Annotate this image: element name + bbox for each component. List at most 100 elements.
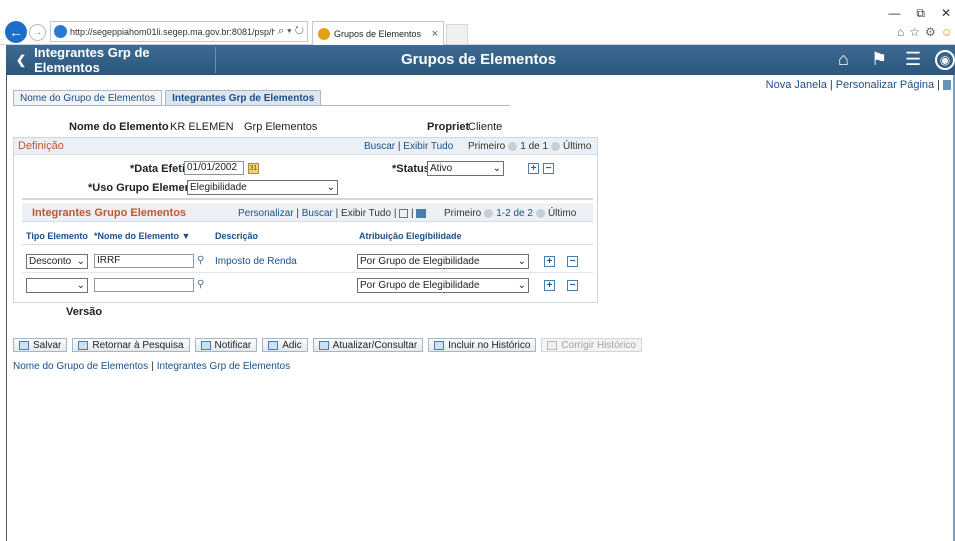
gear-icon[interactable]: ⚙ [925, 25, 936, 39]
return-icon [78, 340, 89, 350]
col-nome-elemento[interactable]: *Nome do Elemento ▼ [94, 231, 190, 241]
browser-command-icons: ⌂ ☆ ⚙ ☺ [897, 25, 953, 39]
flag-icon[interactable]: ⚑ [871, 49, 887, 70]
definicao-delete-row-button[interactable]: − [543, 163, 554, 174]
new-window-link[interactable]: Nova Janela [766, 79, 827, 91]
definicao-nav: Buscar | Exibir Tudo [364, 141, 454, 152]
browser-tab[interactable]: Grupos de Elementos × [312, 21, 444, 45]
grid-column-headers: Tipo Elemento *Nome do Elemento ▼ Descri… [22, 225, 593, 245]
element-name-value: KR ELEMEN [170, 121, 234, 133]
grid-last[interactable]: Último [548, 208, 576, 219]
chevron-down-icon: ⌄ [492, 163, 501, 174]
update-icon [318, 340, 329, 350]
browser-chrome: ← → http://segeppiahom01li.segep.ma.gov.… [0, 0, 955, 45]
definicao-last[interactable]: Último [563, 141, 591, 152]
zoom-icon[interactable] [399, 208, 409, 218]
save-button[interactable]: Salvar [13, 338, 68, 352]
lookup-search-icon[interactable]: ⚲ [197, 255, 204, 266]
effdt-input[interactable]: 01/01/2002 [184, 161, 244, 175]
app-header: ❮ Integrantes Grp de Elementos Grupos de… [6, 45, 955, 75]
descricao-value: Imposto de Renda [215, 256, 297, 267]
correct-history-icon [547, 340, 558, 350]
chevron-down-icon: ⌄ [76, 256, 85, 267]
grid-counter: 1-2 de 2 [496, 208, 533, 219]
home-icon[interactable]: ⌂ [897, 25, 904, 39]
status-select[interactable]: Ativo ⌄ [427, 161, 504, 176]
grid-prev-icon[interactable] [484, 208, 494, 218]
grid-personalize-link[interactable]: Personalizar [238, 208, 294, 219]
definicao-add-row-button[interactable]: + [528, 163, 539, 174]
minimize-icon[interactable]: — [888, 6, 900, 21]
tab-favicon-icon [318, 27, 330, 40]
back-nav-button[interactable]: ❮ Integrantes Grp de Elementos [6, 45, 216, 75]
table-row: ⌄ ⚲ Por Grupo de Elegibilidade ⌄ + − [22, 273, 593, 297]
close-window-icon[interactable]: ✕ [941, 6, 951, 21]
personalize-page-link[interactable]: Personalizar Página [836, 79, 934, 91]
browser-forward-button[interactable]: → [29, 24, 46, 41]
address-tools-icons[interactable]: ⌕ ▾ ↻ [275, 25, 307, 38]
atribuicao-select[interactable]: Por Grupo de Elegibilidade ⌄ [357, 254, 529, 269]
grid-find-link[interactable]: Buscar [302, 208, 333, 219]
smiley-icon[interactable]: ☺ [941, 25, 953, 39]
chevron-down-icon: ⌄ [517, 256, 526, 267]
table-row: Desconto ⌄ IRRF ⚲ Imposto de Renda Por Gr… [22, 249, 593, 273]
tab-close-icon[interactable]: × [432, 28, 443, 40]
add-row-button[interactable]: + [544, 256, 555, 267]
element-group-value: Grp Elementos [244, 121, 318, 133]
definicao-pager: Primeiro 1 de 1 Último [468, 141, 591, 152]
delete-row-button[interactable]: − [567, 256, 578, 267]
window-controls: — ⧉ ✕ [888, 6, 951, 21]
definicao-counter: 1 de 1 [520, 141, 549, 152]
add-button[interactable]: Adic [262, 338, 308, 352]
return-to-search-button[interactable]: Retornar à Pesquisa [72, 338, 190, 352]
add-row-button[interactable]: + [544, 280, 555, 291]
delete-row-button[interactable]: − [567, 280, 578, 291]
definicao-first[interactable]: Primeiro [468, 141, 505, 152]
correct-history-button[interactable]: Corrigir Histórico [541, 338, 642, 352]
notify-button[interactable]: Notificar [194, 338, 258, 352]
tab-integrantes[interactable]: Integrantes Grp de Elementos [165, 90, 322, 106]
hamburger-menu-icon[interactable]: ☰ [905, 49, 921, 70]
nome-elemento-input[interactable] [94, 278, 194, 292]
nome-elemento-input[interactable]: IRRF [94, 254, 194, 268]
restore-icon[interactable]: ⧉ [916, 6, 925, 21]
star-icon[interactable]: ☆ [909, 25, 920, 39]
bottom-links: Nome do Grupo de Elementos | Integrantes G… [13, 361, 291, 372]
tipo-select[interactable]: ⌄ [26, 278, 88, 293]
owner-value: Cliente [468, 121, 503, 133]
next-icon[interactable] [551, 141, 561, 151]
grid-next-icon[interactable] [535, 208, 545, 218]
navbar-compass-icon[interactable]: ◉ [935, 50, 955, 70]
atribuicao-select-value: Por Grupo de Elegibilidade [360, 280, 480, 291]
address-url[interactable]: http://segeppiahom01li.segep.ma.gov.br:8… [70, 27, 275, 37]
new-tab-button[interactable] [446, 24, 468, 45]
tipo-select[interactable]: Desconto ⌄ [26, 254, 88, 269]
grid-first[interactable]: Primeiro [444, 208, 481, 219]
status-label: *Status [392, 163, 430, 175]
address-bar[interactable]: http://segeppiahom01li.segep.ma.gov.br:8… [50, 21, 308, 42]
browser-back-button[interactable]: ← [5, 21, 27, 43]
grid-header-bar: Integrantes Grupo Elementos Personalizar… [22, 203, 593, 222]
help-icon[interactable] [943, 80, 951, 91]
uso-select-value: Elegibilidade [190, 182, 247, 193]
atribuicao-select[interactable]: Por Grupo de Elegibilidade ⌄ [357, 278, 529, 293]
uso-select[interactable]: Elegibilidade ⌄ [187, 180, 338, 195]
tab-nome-do-grupo[interactable]: Nome do Grupo de Elementos [13, 90, 163, 106]
download-grid-icon[interactable] [416, 208, 427, 218]
tab-title: Grupos de Elementos [334, 28, 422, 39]
grid-nav: Personalizar | Buscar | Exibir Tudo | | [238, 208, 427, 219]
calendar-icon[interactable]: 31 [248, 163, 259, 174]
include-history-button[interactable]: Incluir no Histórico [428, 338, 537, 352]
status-select-value: Ativo [430, 163, 453, 174]
prev-icon[interactable] [508, 141, 518, 151]
update-display-button[interactable]: Atualizar/Consultar [312, 338, 424, 352]
include-history-icon [434, 340, 445, 350]
bottom-link-nome-grupo[interactable]: Nome do Grupo de Elementos [13, 361, 148, 372]
action-toolbar: Salvar Retornar à Pesquisa Notificar Adi… [13, 338, 642, 352]
definicao-find-link[interactable]: Buscar [364, 141, 395, 152]
home-icon[interactable]: ⌂ [838, 49, 849, 70]
lookup-search-icon[interactable]: ⚲ [197, 279, 204, 290]
bottom-link-integrantes[interactable]: Integrantes Grp de Elementos [157, 361, 290, 372]
grid-view-all-link[interactable]: Exibir Tudo [341, 208, 391, 219]
definicao-view-all-link[interactable]: Exibir Tudo [403, 141, 453, 152]
